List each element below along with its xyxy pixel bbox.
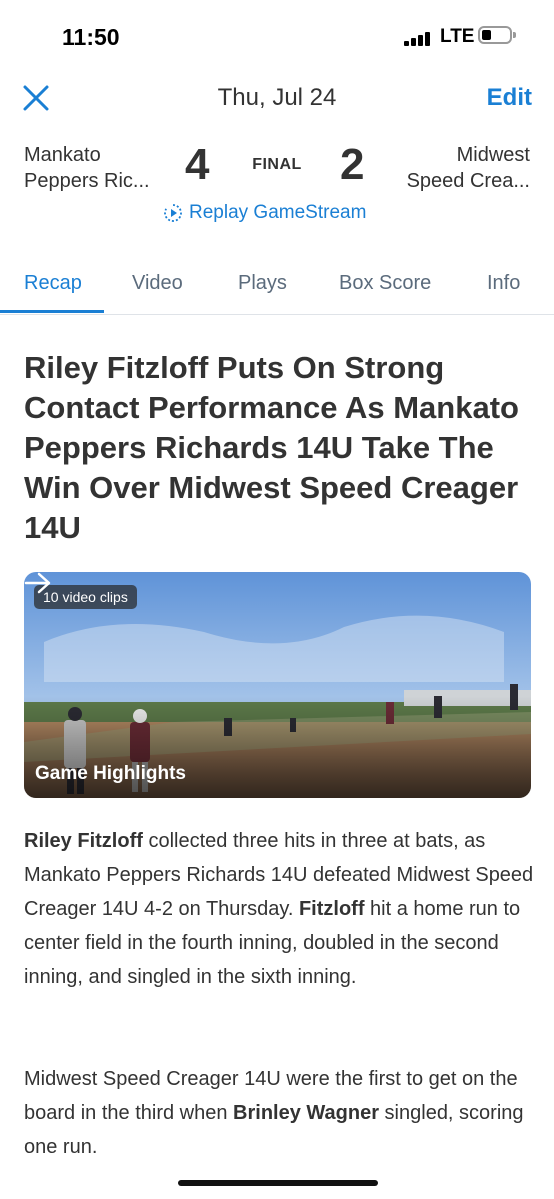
tab-info[interactable]: Info <box>487 272 520 295</box>
away-team-line1: Midwest <box>456 144 530 166</box>
signal-icon <box>404 30 434 46</box>
page-title: Thu, Jul 24 <box>217 84 337 111</box>
player-name: Riley Fitzloff <box>24 830 143 852</box>
recap-paragraph-1: Riley Fitzloff collected three hits in t… <box>24 824 534 994</box>
battery-icon <box>478 26 516 44</box>
recap-headline: Riley Fitzloff Puts On Strong Contact Pe… <box>24 350 519 545</box>
tab-recap[interactable]: Recap <box>24 272 82 295</box>
home-indicator <box>178 1180 378 1186</box>
replay-gamestream-link[interactable]: Replay GameStream <box>163 202 366 224</box>
away-team-name[interactable]: Midwest Speed Crea... <box>407 142 530 194</box>
recap-paragraph-2: Midwest Speed Creager 14U were the first… <box>24 1062 534 1164</box>
arrow-right-icon[interactable] <box>24 572 52 594</box>
tab-video[interactable]: Video <box>132 272 183 295</box>
active-tab-indicator <box>0 310 104 313</box>
tab-bar: Recap Video Plays Box Score Info <box>0 258 554 315</box>
top-nav: Thu, Jul 24 Edit <box>0 72 554 122</box>
away-team-line2: Speed Crea... <box>406 170 530 192</box>
status-time: 11:50 <box>62 24 120 50</box>
scoreboard: Mankato Peppers Ric... 4 FINAL 2 Midwest… <box>0 136 554 256</box>
replay-label: Replay GameStream <box>189 202 367 223</box>
player-name: Brinley Wagner <box>233 1102 379 1124</box>
tab-box-score[interactable]: Box Score <box>339 272 431 295</box>
video-highlights-card[interactable]: 10 video clips Game Highlights <box>24 572 531 798</box>
player-name: Fitzloff <box>298 898 365 920</box>
video-title: Game Highlights <box>35 763 186 784</box>
tab-plays[interactable]: Plays <box>238 272 287 295</box>
status-bar: 11:50 LTE <box>0 0 554 70</box>
replay-icon <box>164 204 182 222</box>
away-team-score: 2 <box>340 140 365 189</box>
network-label: LTE <box>440 26 475 47</box>
edit-button[interactable]: Edit <box>487 84 532 112</box>
